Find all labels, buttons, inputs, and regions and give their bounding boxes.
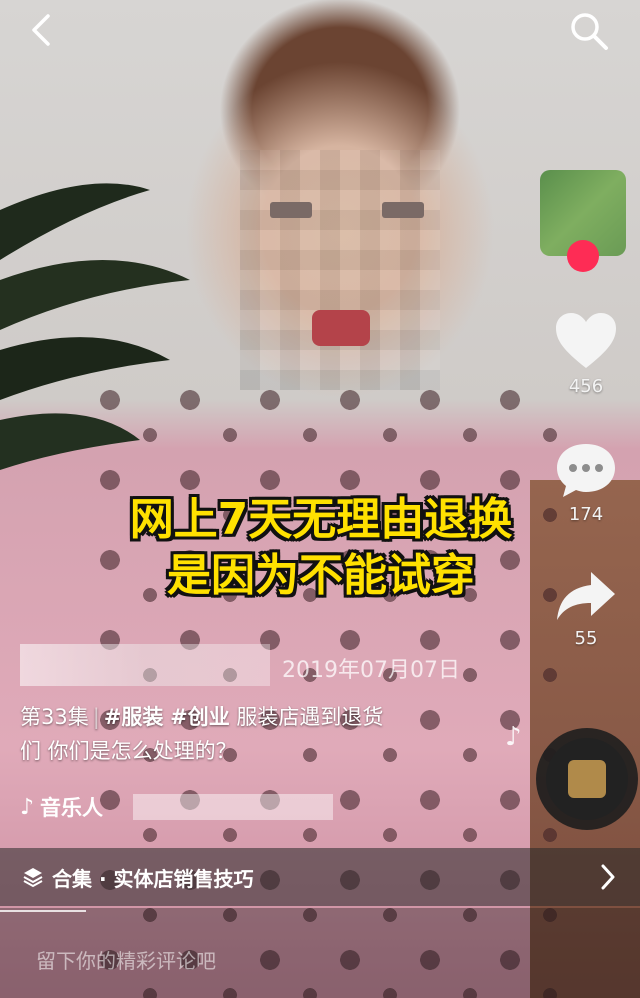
- like-count: 456: [568, 376, 604, 397]
- hashtag-clothing[interactable]: #服装: [104, 705, 164, 729]
- hashtag-startup[interactable]: #创业: [170, 705, 230, 729]
- music-disc-cover: [568, 760, 606, 798]
- music-label: 音乐人: [40, 796, 104, 820]
- like-button[interactable]: 456: [550, 310, 622, 397]
- author-name-blurred[interactable]: [20, 644, 270, 686]
- comment-bubble-icon: [557, 444, 615, 497]
- episode-label: 第33集: [20, 705, 89, 729]
- share-count: 55: [574, 628, 598, 649]
- caption-line-2: 是因为不能试穿: [167, 550, 475, 601]
- caption-line-1: 网上7天无理由退换: [129, 494, 513, 545]
- mouth-blur: [312, 310, 370, 346]
- collection-bar[interactable]: 合集 · 实体店销售技巧: [0, 848, 640, 906]
- music-name-blurred: [133, 794, 334, 820]
- description-text-2: 们 你们是怎么处理的？: [20, 739, 237, 763]
- progress-indicator: [0, 910, 86, 912]
- chevron-right-icon[interactable]: [598, 862, 618, 892]
- video-caption: 网上7天无理由退换 是因为不能试穿: [76, 492, 566, 604]
- description-text-1: 服装店遇到退货: [236, 705, 384, 729]
- separator: |: [92, 705, 100, 729]
- follow-badge[interactable]: [567, 240, 599, 272]
- pixelated-face: [240, 150, 440, 390]
- music-note-icon: ♪: [20, 794, 35, 820]
- floating-note-icon: ♪: [505, 722, 522, 752]
- description-line-1: 第33集 | #服装 #创业 服装店遇到退货: [20, 700, 540, 734]
- layers-icon: [23, 868, 43, 888]
- video-description[interactable]: 第33集 | #服装 #创业 服装店遇到退货 们 你们是怎么处理的？: [20, 700, 540, 768]
- music-info[interactable]: ♪ 音乐人: [20, 790, 334, 824]
- eye-blur-right: [382, 202, 424, 218]
- collection-label: 合集 · 实体店销售技巧: [52, 866, 254, 891]
- search-icon[interactable]: [566, 8, 612, 54]
- eye-blur-left: [270, 202, 312, 218]
- back-arrow-icon[interactable]: [22, 10, 62, 50]
- post-date: 2019年07月07日: [282, 658, 460, 683]
- heart-icon: [556, 313, 616, 368]
- comment-input[interactable]: [34, 948, 538, 974]
